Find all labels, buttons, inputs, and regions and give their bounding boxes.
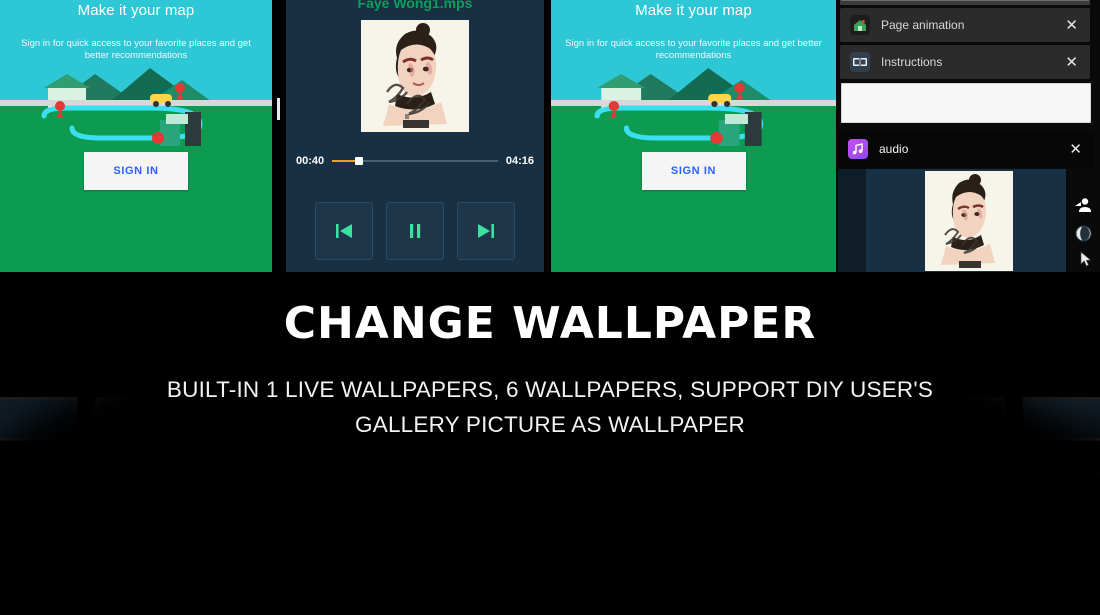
map-title: Make it your map — [77, 2, 195, 19]
globe-icon[interactable] — [1075, 225, 1092, 247]
user-icon[interactable] — [1074, 197, 1092, 218]
previous-button[interactable] — [315, 202, 373, 260]
hero-section: CHANGE WALLPAPER BUILT-IN 1 LIVE WALLPAP… — [0, 272, 1100, 615]
side-row-label: audio — [879, 142, 909, 156]
close-icon[interactable]: ✕ — [1063, 18, 1080, 33]
music-player-screen: Faye Wong1.mps 00:40 04:16 — [286, 0, 544, 272]
side-row-label: Instructions — [881, 55, 943, 69]
track-title: Faye Wong1.mps — [357, 0, 473, 11]
maps-signin-screen-left: Make it your map Sign in for quick acces… — [0, 0, 272, 272]
seek-bar-thumb[interactable] — [354, 157, 363, 165]
elapsed-time: 00:40 — [296, 155, 325, 167]
editor-side-panel: Page animation ✕ Instructions ✕ audio ✕ — [836, 0, 1100, 272]
map-title: Make it your map — [635, 2, 752, 19]
home-icon — [850, 15, 870, 35]
seek-bar[interactable] — [332, 157, 498, 165]
playback-progress[interactable]: 00:40 04:16 — [296, 155, 534, 167]
panel-top-edge — [840, 0, 1090, 5]
preview-right-bar — [1066, 169, 1100, 272]
close-icon[interactable]: ✕ — [1067, 142, 1084, 157]
map-illustration — [0, 68, 272, 146]
maps-signin-screen-right: Make it your map Sign in for quick acces… — [551, 0, 836, 272]
album-art — [361, 20, 469, 132]
panel-gap-right — [544, 0, 551, 272]
sign-in-button[interactable]: SIGN IN — [84, 152, 188, 190]
pause-icon — [410, 224, 421, 238]
pause-button[interactable] — [386, 202, 444, 260]
close-icon[interactable]: ✕ — [1063, 55, 1080, 70]
panel-gap-left — [272, 0, 286, 272]
page-subtitle: BUILT-IN 1 LIVE WALLPAPERS, 6 WALLPAPERS… — [166, 377, 934, 437]
next-button[interactable] — [457, 202, 515, 260]
text-input-field[interactable] — [841, 83, 1091, 123]
skip-next-icon — [478, 224, 494, 238]
audio-preview-thumbnail — [838, 169, 1100, 272]
film-strip-icon — [850, 52, 870, 72]
page-title: CHANGE WALLPAPER — [283, 298, 817, 349]
preview-album-art — [925, 171, 1013, 271]
map-illustration — [551, 68, 836, 146]
side-row-audio[interactable]: audio ✕ — [838, 131, 1094, 167]
transport-controls — [286, 202, 544, 260]
sign-in-button[interactable]: SIGN IN — [641, 152, 746, 190]
side-row-label: Page animation — [881, 18, 965, 32]
side-row-instructions[interactable]: Instructions ✕ — [840, 45, 1090, 79]
promo-banner: Make it your map Sign in for quick acces… — [0, 0, 1100, 615]
scroll-indicator[interactable] — [277, 98, 280, 120]
music-note-icon — [848, 139, 868, 159]
side-row-page-animation[interactable]: Page animation ✕ — [840, 8, 1090, 42]
preview-left-bar — [838, 169, 866, 272]
top-screenshot-strip: Make it your map Sign in for quick acces… — [0, 0, 1100, 272]
skip-previous-icon — [336, 224, 352, 238]
total-duration: 04:16 — [505, 155, 534, 167]
cursor-icon — [1080, 251, 1092, 272]
